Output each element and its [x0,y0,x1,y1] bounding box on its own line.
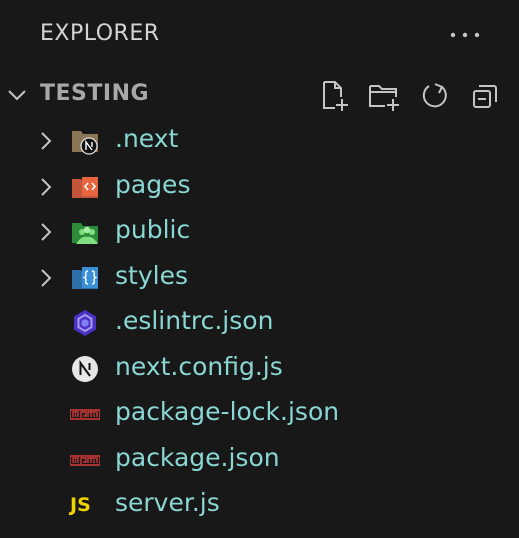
section-header-testing[interactable]: TESTING [0,72,519,118]
tree-item-package-json[interactable]: package.json [0,437,519,483]
new-folder-icon [369,85,399,111]
pages-folder-icon [72,176,98,198]
tree-item-label: .eslintrc.json [115,306,274,335]
chevron-right-icon [41,268,52,287]
public-folder-icon [72,223,98,244]
tree-item-label: server.js [115,488,220,517]
npm-icon [70,409,100,420]
collapse-all-icon [473,85,497,108]
section-actions [317,78,503,114]
tree-item-label: public [115,215,191,244]
tree-item-label: pages [115,169,191,199]
file-tree: .next pages public styles .eslintrc.json… [0,118,519,528]
tree-item-eslintrc[interactable]: .eslintrc.json [0,300,519,346]
tree-item-label: next.config.js [115,351,283,381]
chevron-right-icon [41,223,52,241]
tree-item-package-lock[interactable]: package-lock.json [0,391,519,437]
collapse-all-button[interactable] [467,78,503,114]
tree-item-label: styles [115,260,188,290]
new-folder-button[interactable] [367,78,403,114]
tree-item-next-folder[interactable]: .next [0,118,519,164]
tree-item-next-config[interactable]: next.config.js [0,346,519,392]
styles-folder-icon [72,266,98,289]
chevron-right-icon [41,177,52,196]
nextjs-folder-icon [72,131,98,155]
tree-item-pages-folder[interactable]: pages [0,164,519,210]
more-actions-button[interactable] [447,22,483,48]
nextjs-icon [72,355,98,382]
chevron-down-icon [8,90,26,101]
javascript-icon: JS [70,494,91,516]
explorer-panel: EXPLORER TESTING .next pages public styl… [0,0,519,538]
section-title: TESTING [40,81,150,106]
chevron-right-icon [41,132,52,150]
new-file-button[interactable] [317,78,353,114]
npm-icon [70,454,100,466]
tree-item-styles-folder[interactable]: styles [0,255,519,301]
refresh-icon [422,83,447,108]
ellipsis-icon [450,32,480,38]
new-file-icon [323,81,348,111]
tree-item-server-js[interactable]: JS server.js [0,482,519,528]
tree-item-label: package-lock.json [115,397,340,426]
explorer-header: EXPLORER [0,0,519,70]
explorer-title: EXPLORER [40,21,160,46]
tree-item-public-folder[interactable]: public [0,209,519,255]
refresh-button[interactable] [417,78,453,114]
tree-item-label: .next [115,124,179,153]
eslint-icon [74,310,96,336]
tree-item-label: package.json [115,442,280,472]
